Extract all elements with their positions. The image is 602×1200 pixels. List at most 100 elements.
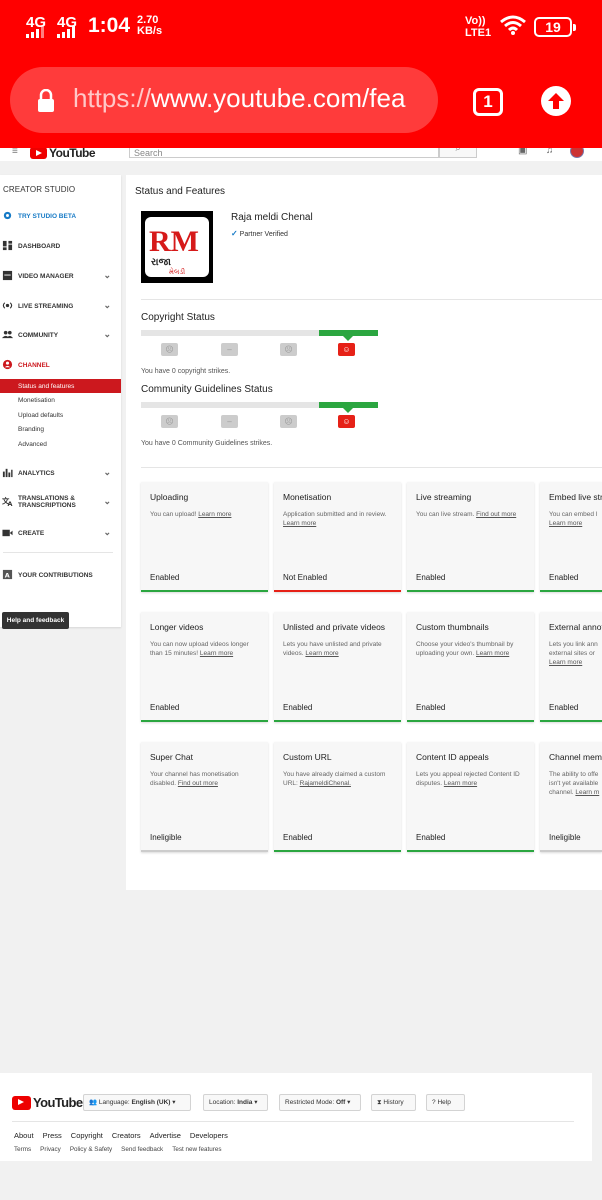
tab-switcher-button[interactable]: 1 <box>473 88 503 116</box>
learn-more-link[interactable]: Find out more <box>178 780 218 787</box>
sidebar-item-translations[interactable]: 文A TRANSLATIONS & TRANSCRIPTIONS ⌄ <box>0 494 121 514</box>
feature-card[interactable]: Live streaming You can live stream. Find… <box>407 482 534 592</box>
feature-description: The ability to offe isn't yet available … <box>549 771 600 796</box>
live-icon <box>2 302 13 309</box>
network-speed: 2.70 KB/s <box>137 14 163 37</box>
face-icon: ☹ <box>280 343 297 356</box>
footer: YouTube 👥 Language: English (UK) ▾ Locat… <box>0 1073 592 1161</box>
footer-link-privacy[interactable]: Privacy <box>40 1146 61 1153</box>
upload-arrow-button[interactable] <box>541 86 571 116</box>
sidebar-item-analytics[interactable]: ANALYTICS ⌄ <box>0 465 121 481</box>
sidebar-subitem-upload-defaults[interactable]: Upload defaults <box>0 408 121 422</box>
face-icon: ☹ <box>161 415 178 428</box>
feature-card[interactable]: External annot Lets you link ann externa… <box>540 612 602 722</box>
learn-more-link[interactable]: Learn m <box>575 789 599 796</box>
feature-status: Ineligible <box>150 833 182 842</box>
partner-verified-badge: ✓ Partner Verified <box>231 229 288 238</box>
feature-description: Lets you appeal rejected Content ID disp… <box>416 771 520 787</box>
learn-more-link[interactable]: Learn more <box>200 650 233 657</box>
sidebar-subitem-status-and-features[interactable]: Status and features <box>0 379 121 393</box>
sidebar-subitem-branding[interactable]: Branding <box>0 422 121 436</box>
sidebar-item-live-streaming[interactable]: LIVE STREAMING ⌄ <box>0 298 121 314</box>
channel-avatar[interactable]: RM રાજા મેલડી <box>141 211 213 283</box>
footer-link-developers[interactable]: Developers <box>190 1131 228 1140</box>
create-icon <box>2 529 13 537</box>
learn-more-link[interactable]: Learn more <box>198 511 231 518</box>
sidebar-item-try-studio-beta[interactable]: TRY STUDIO BETA <box>0 208 121 224</box>
footer-link-send-feedback[interactable]: Send feedback <box>121 1146 163 1153</box>
chevron-down-icon: ⌄ <box>103 467 111 477</box>
learn-more-link[interactable]: Learn more <box>444 780 477 787</box>
gear-icon <box>3 211 12 220</box>
status-bar-indicator <box>407 590 534 592</box>
learn-more-link[interactable]: Learn more <box>283 520 316 527</box>
menu-icon[interactable]: ≡ <box>12 148 18 157</box>
custom-url-link[interactable]: RajameldiChenal. <box>300 780 351 787</box>
search-input[interactable]: Search <box>129 148 439 158</box>
status-bar-indicator <box>540 590 602 592</box>
search-button[interactable]: ⌕ <box>439 148 477 158</box>
footer-link-press[interactable]: Press <box>43 1131 62 1140</box>
sidebar-item-dashboard[interactable]: DASHBOARD <box>0 238 121 254</box>
chevron-down-icon: ▾ <box>347 1099 351 1106</box>
footer-link-test-new-features[interactable]: Test new features <box>172 1146 221 1153</box>
help-button[interactable]: ? Help <box>426 1094 465 1111</box>
footer-link-about[interactable]: About <box>14 1131 34 1140</box>
chevron-down-icon: ⌄ <box>103 270 111 280</box>
feature-card[interactable]: Super Chat Your channel has monetisation… <box>141 742 268 852</box>
feature-card[interactable]: Embed live stre You can embed l Learn mo… <box>540 482 602 592</box>
learn-more-link[interactable]: Learn more <box>549 520 582 527</box>
feature-card[interactable]: Unlisted and private videos Lets you hav… <box>274 612 401 722</box>
status-bar-indicator <box>407 850 534 852</box>
footer-link-terms[interactable]: Terms <box>14 1146 31 1153</box>
people-icon <box>2 330 13 339</box>
sidebar-title: CREATOR STUDIO <box>3 185 76 194</box>
help-and-feedback-button[interactable]: Help and feedback <box>2 612 69 629</box>
footer-link-copyright[interactable]: Copyright <box>71 1131 103 1140</box>
sidebar-subitem-advanced[interactable]: Advanced <box>0 437 121 451</box>
learn-more-link[interactable]: Learn more <box>549 659 582 666</box>
address-bar[interactable]: https://www.youtube.com/fea <box>10 67 438 133</box>
channel-name[interactable]: Raja meldi Chenal <box>231 212 313 223</box>
feature-title: Custom URL <box>283 752 332 762</box>
restricted-mode-button[interactable]: Restricted Mode: Off ▾ <box>279 1094 361 1111</box>
feature-card[interactable]: Channel memb The ability to offe isn't y… <box>540 742 602 852</box>
learn-more-link[interactable]: Learn more <box>476 650 509 657</box>
sidebar-item-community[interactable]: COMMUNITY ⌄ <box>0 327 121 343</box>
divider <box>141 467 602 468</box>
learn-more-link[interactable]: Find out more <box>476 511 516 518</box>
sidebar-item-channel[interactable]: CHANNEL <box>0 357 121 373</box>
svg-text:A: A <box>8 500 13 507</box>
dashboard-icon <box>2 240 13 251</box>
sidebar-subitem-monetisation[interactable]: Monetisation <box>0 393 121 407</box>
youtube-logo[interactable]: YouTube <box>12 1095 83 1110</box>
notifications-icon[interactable]: ♫ <box>546 148 554 156</box>
feature-card[interactable]: Uploading You can upload! Learn more Ena… <box>141 482 268 592</box>
translate-icon: 文A <box>2 496 13 507</box>
status-bar-indicator <box>274 850 401 852</box>
location-button[interactable]: Location: India ▾ <box>203 1094 268 1111</box>
feature-card[interactable]: Longer videos You can now upload videos … <box>141 612 268 722</box>
sidebar-item-your-contributions[interactable]: A YOUR CONTRIBUTIONS <box>0 567 121 583</box>
feature-title: Content ID appeals <box>416 752 489 762</box>
footer-link-creators[interactable]: Creators <box>112 1131 141 1140</box>
avatar[interactable] <box>570 148 584 158</box>
sidebar-item-create[interactable]: CREATE ⌄ <box>0 525 121 541</box>
footer-link-policy-safety[interactable]: Policy & Safety <box>70 1146 112 1153</box>
feature-title: Custom thumbnails <box>416 622 489 632</box>
language-button[interactable]: 👥 Language: English (UK) ▾ <box>83 1094 191 1111</box>
youtube-logo[interactable]: YouTube <box>30 148 96 160</box>
upload-video-icon[interactable]: ▣ <box>518 148 527 156</box>
feature-card[interactable]: Custom URL You have already claimed a cu… <box>274 742 401 852</box>
feature-card[interactable]: Monetisation Application submitted and i… <box>274 482 401 592</box>
learn-more-link[interactable]: Learn more <box>305 650 338 657</box>
guidelines-status-title: Community Guidelines Status <box>141 384 273 395</box>
feature-card[interactable]: Content ID appeals Lets you appeal rejec… <box>407 742 534 852</box>
footer-link-advertise[interactable]: Advertise <box>150 1131 181 1140</box>
feature-description: Choose your video's thumbnail by uploadi… <box>416 641 514 657</box>
feature-card[interactable]: Custom thumbnails Choose your video's th… <box>407 612 534 722</box>
page-body: CREATOR STUDIO TRY STUDIO BETA DASHBOARD… <box>0 161 602 1200</box>
sidebar-item-video-manager[interactable]: VIDEO MANAGER ⌄ <box>0 268 121 284</box>
language-icon: 👥 <box>89 1099 98 1106</box>
history-button[interactable]: ⧗ History <box>371 1094 416 1111</box>
